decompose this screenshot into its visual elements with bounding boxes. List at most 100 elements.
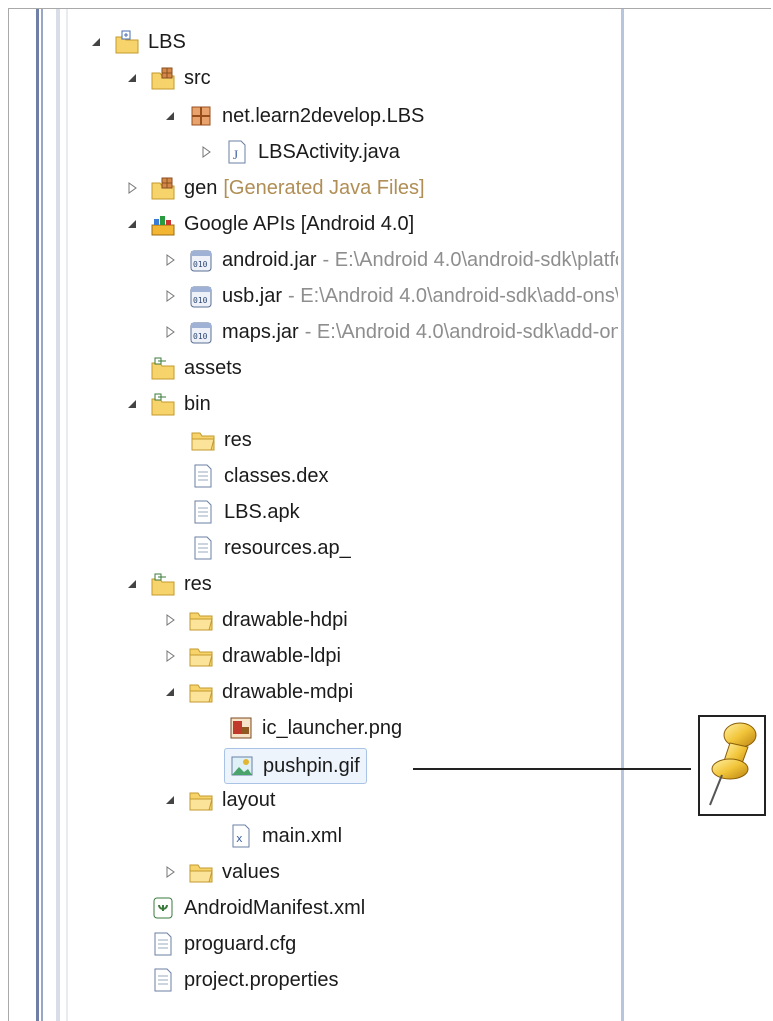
tree-item-label: gen xyxy=(184,176,218,199)
collapsed-arrow-icon[interactable] xyxy=(160,250,180,270)
tree-item-label: pushpin.gif xyxy=(263,754,360,777)
tree-item-layout[interactable]: layout xyxy=(160,782,275,818)
tree-item-assets[interactable]: assets xyxy=(150,350,242,386)
tree-item-proguard[interactable]: proguard.cfg xyxy=(150,926,296,962)
manifest-icon xyxy=(150,895,176,921)
callout-line xyxy=(413,768,691,770)
scroll-edge[interactable] xyxy=(621,9,624,1021)
tree-item-res[interactable]: res xyxy=(122,566,212,602)
tree-item-drawable-mdpi[interactable]: drawable-mdpi xyxy=(160,674,353,710)
tree-item-label: proguard.cfg xyxy=(184,932,297,955)
file-icon xyxy=(190,535,216,561)
tree-item-label: usb.jar xyxy=(222,284,283,307)
tree-item-maps-jar[interactable]: 010 maps.jar - E:\Android 4.0\android-sd… xyxy=(160,314,618,350)
tree-item-decoration: - E:\Android 4.0\android-sdk\platforms\a… xyxy=(322,248,618,271)
tree-item-bin-res[interactable]: res xyxy=(190,422,252,458)
svg-text:J: J xyxy=(233,147,238,162)
project-icon xyxy=(114,29,140,55)
tree-item-drawable-hdpi[interactable]: drawable-hdpi xyxy=(160,602,348,638)
tree-item-android-jar[interactable]: 010 android.jar - E:\Android 4.0\android… xyxy=(160,242,618,278)
tree-item-lbs[interactable]: LBS xyxy=(86,24,186,60)
tree-item-label: net.learn2develop.LBS xyxy=(222,104,425,127)
tree-item-project-properties[interactable]: project.properties xyxy=(150,962,339,998)
tree-item-ic-launcher[interactable]: ic_launcher.png xyxy=(228,710,402,746)
folder-icon xyxy=(188,679,214,705)
tree-item-label: LBSActivity.java xyxy=(258,140,400,163)
tree-item-label: drawable-hdpi xyxy=(222,608,348,631)
tree-item-label: assets xyxy=(184,356,242,379)
package-explorer-tree: LBS src net.learn2develop.LBS J LBSActiv… xyxy=(0,0,618,1021)
expanded-arrow-icon[interactable] xyxy=(160,682,180,702)
tree-item-label: AndroidManifest.xml xyxy=(184,896,366,919)
expanded-arrow-icon[interactable] xyxy=(122,574,142,594)
tree-item-src[interactable]: src xyxy=(122,60,211,96)
tree-item-label: resources.ap_ xyxy=(224,536,351,559)
tree-item-gen[interactable]: gen [Generated Java Files] xyxy=(122,170,425,206)
tree-item-pushpin[interactable]: pushpin.gif xyxy=(224,748,367,784)
tree-item-lbsactivity[interactable]: J LBSActivity.java xyxy=(196,134,400,170)
tree-item-decoration: - E:\Android 4.0\android-sdk\add-ons\usb… xyxy=(288,284,618,307)
file-icon xyxy=(190,499,216,525)
tree-item-label: project.properties xyxy=(184,968,339,991)
folder-icon xyxy=(188,643,214,669)
tree-item-bin[interactable]: bin xyxy=(122,386,211,422)
expanded-arrow-icon[interactable] xyxy=(86,32,106,52)
tree-item-label: classes.dex xyxy=(224,464,329,487)
tree-item-label: bin xyxy=(184,392,211,415)
expanded-arrow-icon[interactable] xyxy=(122,394,142,414)
tree-item-manifest[interactable]: AndroidManifest.xml xyxy=(150,890,365,926)
collapsed-arrow-icon[interactable] xyxy=(160,322,180,342)
expanded-arrow-icon[interactable] xyxy=(122,214,142,234)
java-file-icon: J xyxy=(224,139,250,165)
expanded-arrow-icon[interactable] xyxy=(160,106,180,126)
tree-item-label: LBS.apk xyxy=(224,500,300,523)
svg-text:x: x xyxy=(236,832,243,845)
collapsed-arrow-icon[interactable] xyxy=(160,646,180,666)
folder-icon xyxy=(188,859,214,885)
expanded-arrow-icon[interactable] xyxy=(160,790,180,810)
file-icon xyxy=(150,931,176,957)
collapsed-arrow-icon[interactable] xyxy=(160,610,180,630)
expanded-arrow-icon[interactable] xyxy=(122,68,142,88)
folder-icon xyxy=(190,427,216,453)
tree-item-main-xml[interactable]: x main.xml xyxy=(228,818,342,854)
collapsed-arrow-icon[interactable] xyxy=(160,286,180,306)
svg-text:010: 010 xyxy=(193,296,208,305)
tree-item-classes-dex[interactable]: classes.dex xyxy=(190,458,329,494)
tree-item-label: LBS xyxy=(148,30,186,53)
tree-item-label: res xyxy=(224,428,252,451)
file-icon xyxy=(150,967,176,993)
jar-icon: 010 xyxy=(188,283,214,309)
tree-item-label: res xyxy=(184,572,212,595)
tree-item-label: src xyxy=(184,66,211,89)
file-icon xyxy=(190,463,216,489)
collapsed-arrow-icon[interactable] xyxy=(122,178,142,198)
tree-item-resources-ap[interactable]: resources.ap_ xyxy=(190,530,351,566)
tree-item-google-apis[interactable]: Google APIs [Android 4.0] xyxy=(122,206,414,242)
gif-image-icon xyxy=(229,753,255,779)
tree-item-drawable-ldpi[interactable]: drawable-ldpi xyxy=(160,638,341,674)
tree-item-lbs-apk[interactable]: LBS.apk xyxy=(190,494,300,530)
tree-item-label: drawable-mdpi xyxy=(222,680,354,703)
tree-item-label: Google APIs [Android 4.0] xyxy=(184,212,415,235)
pushpin-icon xyxy=(709,722,757,806)
collapsed-arrow-icon[interactable] xyxy=(160,862,180,882)
svg-text:010: 010 xyxy=(193,332,208,341)
tree-item-values[interactable]: values xyxy=(160,854,280,890)
package-icon xyxy=(188,103,214,129)
tree-item-label: values xyxy=(222,860,280,883)
image-icon xyxy=(228,715,254,741)
tree-item-label: maps.jar xyxy=(222,320,299,343)
tree-item-decoration: [Generated Java Files] xyxy=(223,176,425,199)
xml-layout-icon: x xyxy=(228,823,254,849)
folder-icon xyxy=(188,787,214,813)
jar-icon: 010 xyxy=(188,247,214,273)
library-icon xyxy=(150,211,176,237)
folder-project-icon xyxy=(150,355,176,381)
collapsed-arrow-icon[interactable] xyxy=(196,142,216,162)
tree-item-label: drawable-ldpi xyxy=(222,644,341,667)
tree-item-package[interactable]: net.learn2develop.LBS xyxy=(160,98,424,134)
tree-item-usb-jar[interactable]: 010 usb.jar - E:\Android 4.0\android-sdk… xyxy=(160,278,618,314)
svg-text:010: 010 xyxy=(193,260,208,269)
tree-item-label: ic_launcher.png xyxy=(262,716,403,739)
